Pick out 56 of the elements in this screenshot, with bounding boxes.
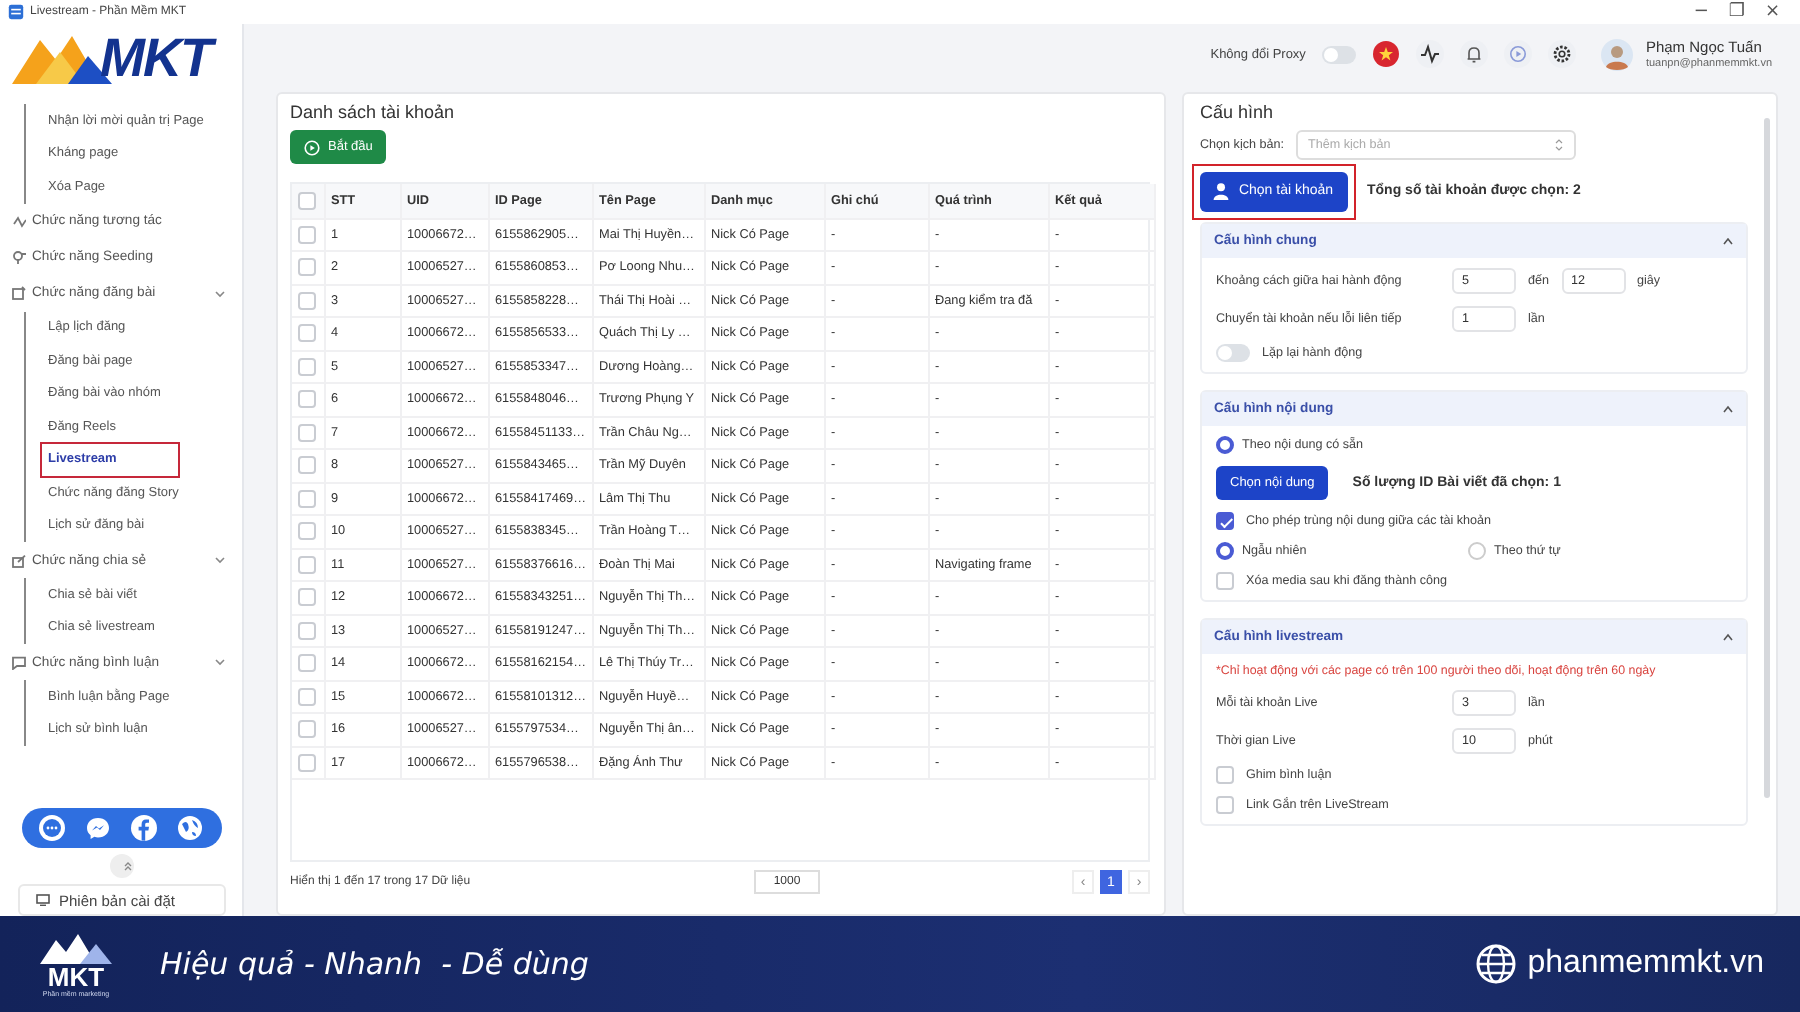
row-checkbox[interactable] xyxy=(298,456,316,475)
globe-icon xyxy=(1475,944,1516,984)
panel-title: Cấu hình xyxy=(1200,102,1274,122)
row-checkbox[interactable] xyxy=(298,753,316,772)
flag-icon[interactable] xyxy=(1371,40,1400,68)
logo-text: MKT xyxy=(100,27,211,89)
row-checkbox[interactable] xyxy=(298,291,316,310)
restore-button[interactable]: ❐ xyxy=(1728,2,1745,22)
scrollbar[interactable] xyxy=(1764,118,1770,798)
checkbox[interactable] xyxy=(1216,512,1234,530)
row-checkbox[interactable] xyxy=(298,522,316,541)
caret-icon xyxy=(1554,138,1565,152)
row-checkbox[interactable] xyxy=(298,555,316,574)
group-icon xyxy=(12,553,26,567)
logo-text: MKT xyxy=(47,966,105,990)
panel-title: Danh sách tài khoản xyxy=(290,102,455,122)
logo-drawing xyxy=(36,930,116,966)
row-checkbox[interactable] xyxy=(298,621,316,640)
double-chevron-up-icon xyxy=(121,860,133,872)
radio-button[interactable] xyxy=(1216,436,1234,454)
radio-button[interactable] xyxy=(1216,542,1234,560)
facebook-icon[interactable] xyxy=(130,814,158,842)
toggle-switch[interactable] xyxy=(1216,344,1250,362)
chat-icon[interactable] xyxy=(38,814,66,842)
play-icon xyxy=(304,139,320,155)
website-link[interactable]: phanmemmkt.vn xyxy=(1527,946,1764,982)
group-icon xyxy=(12,250,26,264)
group-icon xyxy=(12,214,26,228)
chevron-up-icon[interactable] xyxy=(1722,236,1734,246)
row-checkbox[interactable] xyxy=(298,357,316,376)
row-checkbox[interactable] xyxy=(298,489,316,508)
activity-icon[interactable] xyxy=(1415,40,1444,68)
chevron-up-icon[interactable] xyxy=(1722,632,1734,642)
proxy-toggle[interactable] xyxy=(1321,45,1356,63)
select-all-checkbox[interactable] xyxy=(298,191,316,210)
row-checkbox[interactable] xyxy=(298,258,316,277)
user-icon xyxy=(1212,182,1231,200)
row-checkbox[interactable] xyxy=(298,324,316,343)
avatar-icon[interactable] xyxy=(1599,37,1634,71)
row-checkbox[interactable] xyxy=(298,687,316,706)
collapse-button[interactable] xyxy=(109,854,133,878)
messenger-icon[interactable] xyxy=(84,814,112,842)
row-checkbox[interactable] xyxy=(298,423,316,442)
globe-icon[interactable] xyxy=(176,814,204,842)
group-icon xyxy=(12,655,26,669)
row-checkbox[interactable] xyxy=(298,720,316,739)
close-button[interactable]: × xyxy=(1764,2,1780,22)
chevron-up-icon[interactable] xyxy=(1722,404,1734,414)
row-checkbox[interactable] xyxy=(298,588,316,607)
monitor-icon xyxy=(35,894,49,906)
group-icon xyxy=(12,286,26,300)
row-checkbox[interactable] xyxy=(298,390,316,409)
row-checkbox[interactable] xyxy=(298,654,316,673)
row-checkbox[interactable] xyxy=(298,225,316,244)
minimize-button[interactable]: − xyxy=(1693,2,1709,22)
slogan: Hiệu quả - Nhanh - Dễ dùng xyxy=(160,946,589,982)
